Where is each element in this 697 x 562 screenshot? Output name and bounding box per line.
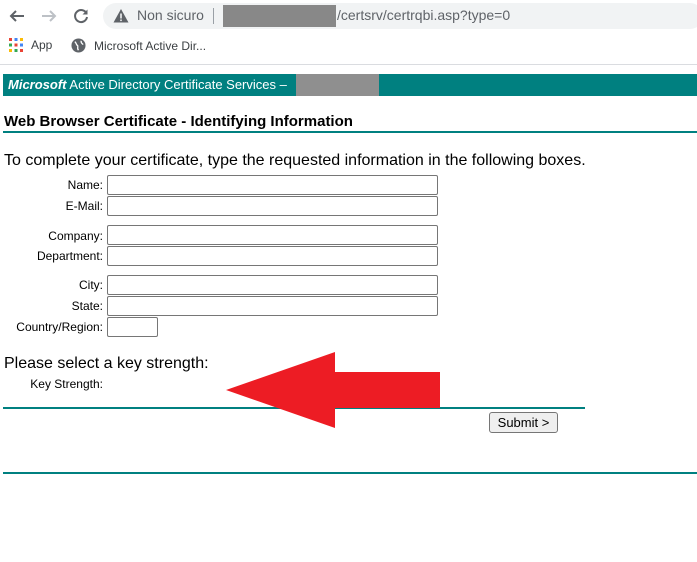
back-button[interactable] — [6, 5, 28, 27]
bookmark-apps-label: App — [31, 38, 53, 52]
intro-text: To complete your certificate, type the r… — [4, 152, 586, 169]
security-status-label[interactable]: Non sicuro — [137, 7, 204, 23]
banner-title: Microsoft Active Directory Certificate S… — [8, 77, 287, 92]
back-arrow-icon — [9, 10, 24, 22]
redacted-server-name — [296, 74, 379, 96]
country-label: Country/Region: — [16, 320, 103, 334]
key-strength-heading: Please select a key strength: — [4, 355, 209, 372]
banner-dash: – — [276, 77, 287, 92]
banner-product: Active Directory Certificate Services — [66, 77, 277, 92]
forward-arrow-icon — [42, 10, 57, 22]
address-bar[interactable]: Non sicuro /certsrv/certrqbi.asp?type=0 — [103, 3, 697, 29]
apps-grid-icon — [9, 38, 23, 52]
title-underline — [3, 131, 697, 133]
state-input[interactable] — [107, 296, 438, 316]
globe-icon — [71, 38, 86, 53]
header-banner: Microsoft Active Directory Certificate S… — [3, 74, 697, 96]
country-input[interactable] — [107, 317, 158, 337]
email-label: E-Mail: — [65, 199, 103, 213]
city-input[interactable] — [107, 275, 438, 295]
submit-button[interactable]: Submit > — [489, 412, 558, 433]
department-input[interactable] — [107, 246, 438, 266]
state-label: State: — [71, 299, 103, 313]
city-label: City: — [79, 278, 103, 292]
email-input[interactable] — [107, 196, 438, 216]
bookmark-microsoft-ad-label: Microsoft Active Dir... — [94, 38, 207, 53]
chrome-divider — [0, 64, 697, 65]
annotation-arrow-icon — [226, 352, 440, 428]
banner-brand: Microsoft — [8, 77, 67, 92]
reload-icon — [74, 9, 88, 24]
department-label: Department: — [36, 249, 103, 263]
reload-button[interactable] — [70, 5, 92, 27]
warning-icon[interactable] — [113, 8, 129, 24]
name-input[interactable] — [107, 175, 438, 195]
name-label: Name: — [67, 178, 103, 192]
browser-toolbar: Non sicuro /certsrv/certrqbi.asp?type=0 — [0, 0, 697, 32]
bookmark-microsoft-ad[interactable]: Microsoft Active Dir... — [71, 38, 206, 53]
bookmarks-bar: App Microsoft Active Dir... — [0, 32, 697, 62]
address-divider — [213, 8, 214, 24]
company-input[interactable] — [107, 225, 438, 245]
page-title: Web Browser Certificate - Identifying In… — [4, 113, 353, 130]
footer-rule — [3, 472, 697, 474]
bookmark-apps[interactable]: App — [9, 38, 52, 52]
redacted-host — [223, 5, 336, 27]
company-label: Company: — [48, 229, 103, 243]
url-path[interactable]: /certsrv/certrqbi.asp?type=0 — [337, 7, 510, 23]
key-strength-label: Key Strength: — [30, 377, 103, 391]
forward-button[interactable] — [38, 5, 60, 27]
